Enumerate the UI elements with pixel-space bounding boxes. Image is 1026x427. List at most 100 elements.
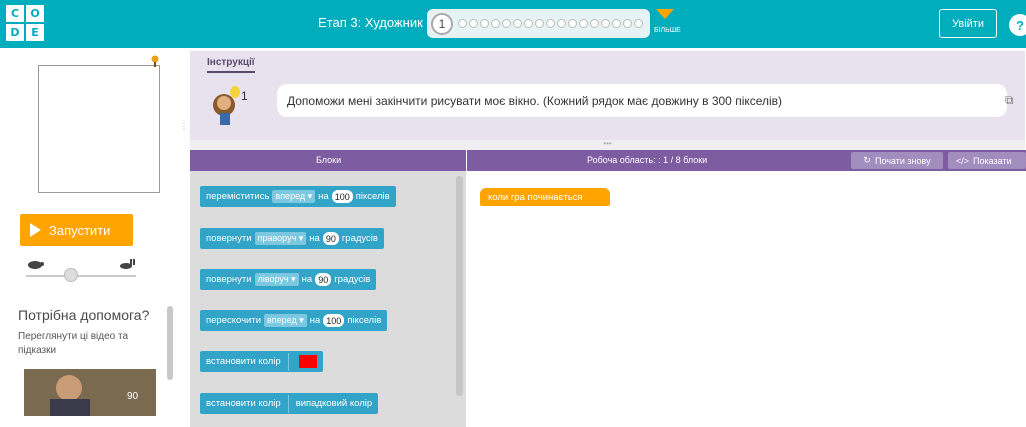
level-dot[interactable] — [579, 19, 588, 28]
block-turn-right[interactable]: повернути праворуч ▾ на 90 градусів — [200, 228, 384, 249]
more-levels-button[interactable]: БІЛЬШЕ — [654, 9, 688, 39]
run-label: Запустити — [49, 222, 111, 238]
level-dot[interactable] — [513, 19, 522, 28]
video-person — [56, 375, 82, 401]
workspace-area[interactable] — [466, 171, 1026, 427]
stage-title[interactable]: Етап 3: Художник — [318, 15, 423, 30]
toolbox-scrollbar[interactable] — [456, 176, 463, 396]
block-text: градусів — [341, 233, 378, 244]
random-color-value[interactable]: випадковий колір — [296, 398, 372, 409]
tab-instructions[interactable]: Інструкції — [207, 57, 255, 73]
direction-dropdown[interactable]: вперед ▾ — [264, 314, 307, 327]
restart-label: Почати знову — [874, 155, 931, 166]
help-video-thumbnail[interactable]: 90 — [24, 369, 156, 416]
level-dot[interactable] — [458, 19, 467, 28]
value-field[interactable]: 90 — [322, 232, 339, 245]
level-dot[interactable] — [590, 19, 599, 28]
level-dot[interactable] — [502, 19, 511, 28]
level-dot[interactable] — [601, 19, 610, 28]
block-set-color[interactable]: встановити колір — [200, 351, 323, 372]
show-code-button[interactable]: </> Показати — [948, 152, 1026, 169]
code-icon: </> — [956, 155, 970, 166]
run-button[interactable]: Запустити — [20, 214, 133, 246]
block-separator — [287, 394, 289, 413]
block-text: переміститись — [206, 191, 270, 202]
block-text: повернути — [206, 233, 252, 244]
block-text: градусів — [334, 274, 371, 285]
block-text: на — [301, 274, 313, 285]
level-dot[interactable] — [524, 19, 533, 28]
speed-knob[interactable] — [64, 268, 78, 282]
block-jump-forward[interactable]: перескочити вперед ▾ на 100 пікселів — [200, 310, 388, 331]
level-dot[interactable] — [469, 19, 478, 28]
caret-down-icon — [656, 9, 674, 19]
color-swatch[interactable] — [298, 355, 317, 368]
block-text: повернути — [206, 274, 252, 285]
blocks-label: Блоки — [316, 155, 342, 165]
left-scroll-thumb[interactable] — [167, 306, 173, 380]
speed-slider[interactable] — [26, 258, 136, 284]
block-text: пікселів — [347, 315, 382, 326]
block-move-forward[interactable]: переміститись вперед ▾ на 100 пікселів — [200, 186, 396, 207]
level-current[interactable]: 1 — [431, 12, 453, 35]
instructions-tabbar: Інструкції — [190, 51, 1025, 76]
direction-dropdown[interactable]: вперед ▾ — [272, 190, 316, 203]
level-progress: 1 — [427, 9, 650, 38]
level-dot[interactable] — [634, 19, 643, 28]
block-text: на — [309, 233, 320, 244]
block-turn-left[interactable]: повернути ліворуч ▾ на 90 градусів — [200, 269, 377, 290]
value-field[interactable]: 100 — [323, 314, 345, 327]
block-set-random-color[interactable]: встановити колір випадковий колір — [200, 393, 379, 414]
artist-cursor-icon — [151, 55, 159, 67]
level-dot[interactable] — [535, 19, 544, 28]
expand-icon[interactable]: ⧉ — [1005, 93, 1019, 107]
play-icon — [30, 223, 41, 237]
drawing-canvas — [38, 65, 160, 193]
logo-letter-e: E — [26, 24, 44, 41]
direction-dropdown[interactable]: праворуч ▾ — [254, 232, 307, 245]
header-separator — [466, 150, 467, 171]
instruction-bubble: Допоможи мені закінчити рисувати моє вік… — [277, 84, 1007, 117]
level-dot[interactable] — [623, 19, 632, 28]
left-scrollbar[interactable] — [165, 296, 175, 416]
video-number: 90 — [127, 391, 139, 402]
video-person-body — [50, 399, 90, 416]
value-field[interactable]: 100 — [331, 190, 353, 203]
resize-grip-icon[interactable]: ⋮ — [180, 122, 188, 136]
block-text: перескочити — [206, 315, 261, 326]
level-dot[interactable] — [568, 19, 577, 28]
panel-divider[interactable]: ••• — [190, 140, 1025, 150]
level-badge: 1 — [241, 89, 248, 103]
logo-letter-o: O — [26, 5, 44, 22]
help-title: Потрібна допомога? — [18, 307, 150, 323]
instruction-text: Допоможи мені закінчити рисувати моє вік… — [287, 93, 783, 108]
top-bar: C O D E Етап 3: Художник 1 БІЛЬШЕ Увійти… — [0, 0, 1026, 48]
level-dot[interactable] — [557, 19, 566, 28]
level-dot[interactable] — [546, 19, 555, 28]
block-separator — [287, 352, 289, 371]
turtle-icon — [28, 261, 44, 269]
block-text: встановити колір — [206, 398, 281, 409]
block-text: на — [309, 315, 321, 326]
help-icon[interactable]: ? — [1009, 14, 1026, 36]
restart-icon: ↻ — [863, 155, 871, 165]
direction-dropdown[interactable]: ліворуч ▾ — [254, 273, 299, 286]
level-dot[interactable] — [612, 19, 621, 28]
block-text: встановити колір — [206, 356, 281, 367]
rabbit-icon — [120, 259, 135, 269]
code-logo[interactable]: C O D E — [6, 5, 46, 42]
restart-button[interactable]: ↻ Почати знову — [851, 152, 943, 169]
logo-letter-d: D — [6, 24, 24, 41]
toolbox — [190, 171, 466, 427]
block-text: пікселів — [355, 191, 390, 202]
value-field[interactable]: 90 — [315, 273, 332, 286]
speed-track — [26, 275, 136, 277]
when-run-block[interactable]: коли гра починається — [480, 188, 610, 206]
more-label: БІЛЬШЕ — [654, 27, 681, 34]
block-text: на — [318, 191, 329, 202]
workspace-label: Робоча область: : 1 / 8 блоки — [587, 155, 708, 165]
artist-avatar-icon: 1 — [213, 86, 248, 125]
level-dot[interactable] — [491, 19, 500, 28]
level-dot[interactable] — [480, 19, 489, 28]
signin-button[interactable]: Увійти — [939, 9, 997, 38]
